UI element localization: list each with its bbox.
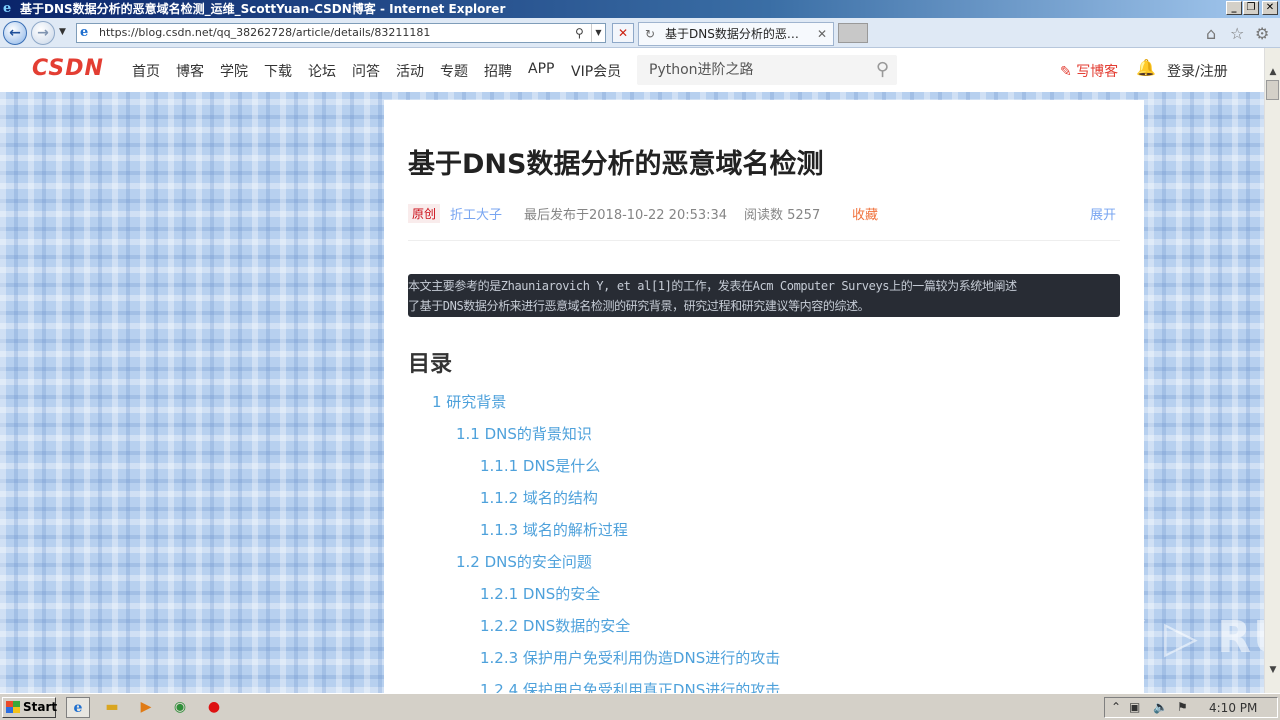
toc-heading: 目录: [408, 352, 453, 377]
csdn-logo[interactable]: CSDN: [32, 56, 104, 81]
vertical-scrollbar[interactable]: ▲ ▼: [1264, 48, 1280, 693]
nav-download[interactable]: 下载: [264, 61, 292, 81]
login-register-link[interactable]: 登录/注册: [1167, 61, 1228, 81]
window-title-bar: e 基于DNS数据分析的恶意域名检测_运维_ScottYuan-CSDN博客 -…: [0, 0, 1280, 18]
start-button[interactable]: Start: [2, 697, 58, 718]
toc-link[interactable]: 1.2.3 保护用户免受利用伪造DNS进行的攻击: [480, 647, 780, 668]
ie-page-icon: e: [80, 25, 89, 40]
minimize-button[interactable]: _: [1226, 1, 1242, 15]
search-query: Python进阶之路: [649, 62, 754, 78]
address-bar[interactable]: e https://blog.csdn.net/qq_38262728/arti…: [76, 23, 606, 43]
toc-link[interactable]: 1.1.2 域名的结构: [480, 487, 598, 508]
summary-line: 本文主要参考的是Zhauniarovich Y, et al[1]的工作，发表在…: [408, 279, 1017, 293]
home-icon[interactable]: ⌂: [1206, 24, 1216, 43]
meta-divider: [408, 240, 1120, 241]
publish-time: 最后发布于2018-10-22 20:53:34: [524, 208, 728, 223]
nav-events[interactable]: 活动: [396, 61, 424, 81]
chrome-icon[interactable]: ◉: [168, 697, 192, 718]
article-title: 基于DNS数据分析的恶意域名检测: [408, 149, 824, 180]
toc-link[interactable]: 1 研究背景: [432, 391, 506, 412]
tab-title: 基于DNS数据分析的恶意...: [665, 27, 805, 41]
window-title: 基于DNS数据分析的恶意域名检测_运维_ScottYuan-CSDN博客 - I…: [20, 2, 506, 16]
author-link[interactable]: 折工大子: [450, 204, 502, 223]
article-summary: 本文主要参考的是Zhauniarovich Y, et al[1]的工作，发表在…: [408, 274, 1120, 317]
toc-link[interactable]: 1.2.4 保护用户免受利用真正DNS进行的攻击: [480, 679, 780, 693]
media-player-icon[interactable]: ▶: [134, 697, 158, 718]
nav-home[interactable]: 首页: [132, 61, 160, 81]
notification-bell-icon[interactable]: 🔔: [1136, 58, 1156, 77]
browser-tab[interactable]: ↻ 基于DNS数据分析的恶意... ✕: [638, 22, 834, 46]
system-tray: ⌃ ▣ 🔈 ⚑ 4:10 PM: [1104, 697, 1278, 718]
summary-line: 了基于DNS数据分析来进行恶意域名检测的研究背景，研究过程和研究建议等内容的综述…: [408, 299, 870, 313]
nav-qa[interactable]: 问答: [352, 61, 380, 81]
scroll-down-arrow-icon[interactable]: ▼: [1265, 662, 1280, 678]
action-center-flag-icon[interactable]: ⚑: [1177, 700, 1188, 714]
nav-forum[interactable]: 论坛: [308, 61, 336, 81]
read-count: 阅读数 5257: [744, 208, 821, 223]
ie-logo-icon: e: [3, 1, 12, 16]
article-card: 基于DNS数据分析的恶意域名检测 原创 折工大子 最后发布于2018-10-22…: [384, 100, 1144, 693]
anyrun-watermark: ANY ▷ RUN: [1038, 612, 1280, 663]
network-icon[interactable]: ▣: [1129, 700, 1140, 714]
address-url[interactable]: https://blog.csdn.net/qq_38262728/articl…: [99, 24, 430, 42]
toc-link[interactable]: 1.1.3 域名的解析过程: [480, 519, 628, 540]
recent-pages-dropdown-icon[interactable]: ▼: [59, 27, 66, 37]
nav-app[interactable]: APP: [528, 61, 554, 77]
close-window-button[interactable]: ✕: [1262, 1, 1278, 15]
tab-close-icon[interactable]: ✕: [817, 23, 827, 45]
windows-flag-icon: [6, 701, 20, 713]
article-meta: 原创 折工大子 最后发布于2018-10-22 20:53:34 阅读数 525…: [408, 204, 1120, 226]
start-label: Start: [23, 700, 58, 714]
back-button[interactable]: ←: [3, 21, 27, 45]
windows-taskbar: Start e ▬ ▶ ◉ ● ⌃ ▣ 🔈 ⚑ 4:10 PM: [0, 693, 1280, 720]
scroll-up-arrow-icon[interactable]: ▲: [1265, 64, 1280, 80]
ie-taskbar-icon[interactable]: e: [66, 697, 90, 718]
forward-button[interactable]: →: [31, 21, 55, 45]
settings-gear-icon[interactable]: ⚙: [1255, 24, 1269, 43]
scroll-thumb[interactable]: [1266, 80, 1279, 100]
explorer-folder-icon[interactable]: ▬: [100, 697, 124, 718]
nav-jobs[interactable]: 招聘: [484, 61, 512, 81]
toc-link[interactable]: 1.1.1 DNS是什么: [480, 455, 600, 476]
volume-icon[interactable]: 🔈: [1153, 700, 1168, 714]
toc-link[interactable]: 1.1 DNS的背景知识: [456, 423, 592, 444]
favorites-star-icon[interactable]: ☆: [1230, 24, 1244, 43]
nav-vip[interactable]: VIP会员: [571, 61, 621, 81]
expand-button[interactable]: 展开: [1090, 204, 1116, 223]
search-icon[interactable]: ⚲: [575, 24, 584, 42]
original-badge: 原创: [408, 204, 441, 223]
toc-link[interactable]: 1.2 DNS的安全问题: [456, 551, 592, 572]
csdn-header: CSDN 首页 博客 学院 下载 论坛 问答 活动 专题 招聘 APP VIP会…: [0, 48, 1264, 92]
clock[interactable]: 4:10 PM: [1209, 701, 1257, 715]
address-dropdown-icon[interactable]: ▼: [591, 24, 605, 42]
browser-toolbar: ← → ▼ e https://blog.csdn.net/qq_3826272…: [0, 18, 1280, 48]
stop-alert-icon[interactable]: ●: [202, 697, 226, 718]
site-search-input[interactable]: Python进阶之路 ⚲: [637, 55, 897, 85]
favorite-button[interactable]: 收藏: [852, 204, 878, 223]
toc-link[interactable]: 1.2.1 DNS的安全: [480, 583, 600, 604]
stop-button[interactable]: ✕: [612, 23, 634, 43]
nav-blog[interactable]: 博客: [176, 61, 204, 81]
loading-spinner-icon: ↻: [645, 27, 656, 41]
toc-link[interactable]: 1.2.2 DNS数据的安全: [480, 615, 630, 636]
nav-academy[interactable]: 学院: [220, 61, 248, 81]
restore-button[interactable]: ❐: [1243, 1, 1259, 15]
write-blog-label: 写博客: [1076, 64, 1119, 80]
new-tab-button[interactable]: [838, 23, 868, 43]
tray-expand-icon[interactable]: ⌃: [1111, 700, 1121, 714]
pen-icon: ✎: [1060, 64, 1072, 80]
nav-topics[interactable]: 专题: [440, 61, 468, 81]
write-blog-button[interactable]: ✎ 写博客: [1060, 61, 1118, 81]
search-icon[interactable]: ⚲: [876, 55, 889, 85]
